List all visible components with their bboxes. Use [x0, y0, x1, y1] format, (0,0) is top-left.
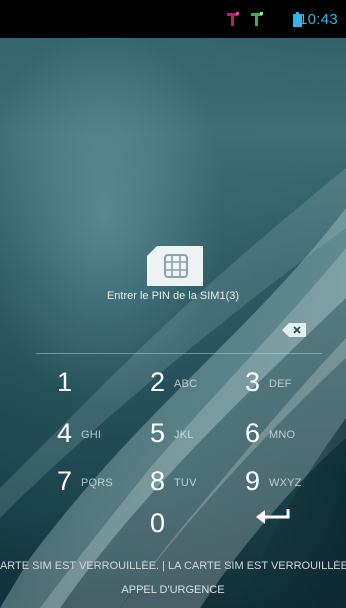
key-digit: 6 [245, 418, 261, 448]
status-bar: 10:43 [0, 0, 346, 38]
key-7[interactable]: 7 PQRS [57, 460, 153, 506]
key-letters: GHI [81, 429, 102, 441]
key-letters: PQRS [81, 477, 113, 489]
signal-icon [227, 12, 239, 26]
pin-divider [36, 353, 322, 354]
lock-screen: 10:43 Entrer le PIN de la SIM1(3) 1 2 AB… [0, 0, 346, 608]
key-digit: 7 [57, 466, 73, 496]
key-9[interactable]: 9 WXYZ [245, 460, 341, 506]
emergency-call-button[interactable]: APPEL D'URGENCE [0, 584, 346, 604]
key-letters: WXYZ [269, 477, 302, 489]
sim-locked-text: CARTE SIM EST VERROUILLÉE. | LA CARTE SI… [0, 560, 346, 572]
key-digit: 0 [150, 508, 166, 538]
key-letters: TUV [174, 477, 197, 489]
sim-card-icon [147, 246, 203, 286]
pin-prompt: Entrer le PIN de la SIM1(3) [106, 290, 240, 302]
key-letters: ABC [174, 378, 198, 390]
key-digit: 5 [150, 418, 166, 448]
key-2[interactable]: 2 ABC [150, 361, 246, 407]
key-digit: 1 [57, 367, 73, 397]
sim-locked-message: CARTE SIM EST VERROUILLÉE. | LA CARTE SI… [0, 560, 346, 576]
key-0[interactable]: 0 [150, 502, 246, 548]
key-8[interactable]: 8 TUV [150, 460, 246, 506]
signal-icon [251, 12, 263, 26]
key-letters: MNO [269, 429, 296, 441]
key-digit: 8 [150, 466, 166, 496]
enter-arrow-icon[interactable] [254, 505, 290, 527]
key-3[interactable]: 3 DEF [245, 361, 341, 407]
key-letters: JKL [174, 429, 194, 441]
key-digit: 3 [245, 367, 261, 397]
key-4[interactable]: 4 GHI [57, 412, 153, 458]
key-5[interactable]: 5 JKL [150, 412, 246, 458]
status-time: 10:43 [298, 11, 338, 28]
key-1[interactable]: 1 [57, 361, 153, 407]
key-6[interactable]: 6 MNO [245, 412, 341, 458]
key-digit: 4 [57, 418, 73, 448]
key-digit: 9 [245, 466, 261, 496]
key-letters: DEF [269, 378, 292, 390]
backspace-icon[interactable] [282, 323, 306, 337]
key-digit: 2 [150, 367, 166, 397]
